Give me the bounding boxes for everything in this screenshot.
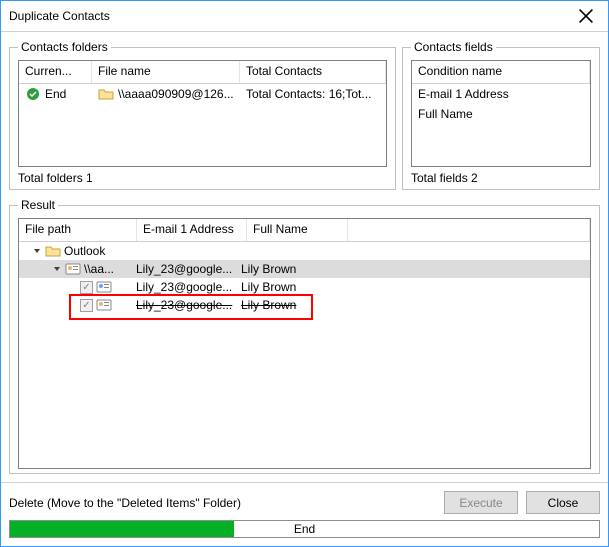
close-button[interactable]: Close [526,491,600,514]
folders-cell-filename-text: \\aaaa090909@126... [118,87,234,101]
fields-col-condition[interactable]: Condition name [412,61,590,83]
row-checkbox[interactable]: ✓ [80,299,93,312]
folders-header[interactable]: Curren... File name Total Contacts [19,61,386,84]
result-col-name[interactable]: Full Name [247,219,348,241]
status-message: Delete (Move to the "Deleted Items" Fold… [9,496,436,510]
fields-total: Total fields 2 [411,171,591,185]
folders-col-current[interactable]: Curren... [19,61,92,83]
progress-bar: End [9,520,600,538]
result-cell-name: Lily Brown [237,262,333,276]
folders-total: Total folders 1 [18,171,387,185]
row-checkbox[interactable]: ✓ [80,281,93,294]
result-col-spacer [348,219,590,241]
result-col-email[interactable]: E-mail 1 Address [137,219,247,241]
folders-cell-total: Total Contacts: 16;Tot... [240,85,386,103]
fields-row[interactable]: E-mail 1 Address [412,84,590,104]
contacts-fields-group: Contacts fields Condition name E-mail 1 … [402,40,600,190]
fields-grid[interactable]: Condition name E-mail 1 Address Full Nam… [411,60,591,167]
progress-text: End [10,521,599,537]
folders-cell-current: End [19,84,92,104]
result-tree-node[interactable]: \\aa... Lily_23@google... Lily Brown [19,260,590,278]
window-close-button[interactable] [563,1,608,31]
folders-row[interactable]: End \\aaaa090909@126... Total Contacts: … [19,84,386,104]
result-group: Result File path E-mail 1 Address Full N… [9,198,600,474]
contacts-folders-legend: Contacts folders [18,40,111,54]
folder-icon [45,243,61,259]
fields-row[interactable]: Full Name [412,104,590,124]
fields-cell: Full Name [412,105,590,123]
result-tree-root[interactable]: Outlook [19,242,590,260]
result-legend: Result [18,198,58,212]
check-circle-icon [25,86,41,102]
titlebar: Duplicate Contacts [1,1,608,32]
result-col-path[interactable]: File path [19,219,137,241]
chevron-down-icon[interactable] [52,264,62,274]
contact-card-icon [96,297,112,313]
folder-icon [98,86,114,102]
result-cell-name: Lily Brown [237,298,333,312]
contact-card-icon [65,261,81,277]
result-node-label: \\aa... [84,262,114,276]
folders-cell-current-text: End [45,87,66,101]
execute-button[interactable]: Execute [444,491,518,514]
folders-col-total[interactable]: Total Contacts [240,61,386,83]
result-root-label: Outlook [64,244,105,258]
result-tree-leaf[interactable]: ✓ Lily_23@google... Lily Brown [19,296,590,314]
result-cell-email: Lily_23@google... [132,298,237,312]
contacts-folders-group: Contacts folders Curren... File name Tot… [9,40,396,190]
window-title: Duplicate Contacts [9,9,563,23]
footer: Delete (Move to the "Deleted Items" Fold… [1,482,608,546]
contacts-fields-legend: Contacts fields [411,40,496,54]
chevron-down-icon[interactable] [32,246,42,256]
folders-cell-filename: \\aaaa090909@126... [92,84,240,104]
result-cell-name: Lily Brown [237,280,333,294]
folders-grid[interactable]: Curren... File name Total Contacts End [18,60,387,167]
close-icon [578,8,594,24]
result-tree-leaf[interactable]: ✓ Lily_23@google... Lily Brown [19,278,590,296]
result-grid[interactable]: File path E-mail 1 Address Full Name [18,218,591,469]
contact-card-icon [96,279,112,295]
fields-header[interactable]: Condition name [412,61,590,84]
fields-cell: E-mail 1 Address [412,85,590,103]
result-cell-email: Lily_23@google... [132,280,237,294]
result-header[interactable]: File path E-mail 1 Address Full Name [19,219,590,242]
result-cell-email: Lily_23@google... [132,262,237,276]
folders-col-filename[interactable]: File name [92,61,240,83]
